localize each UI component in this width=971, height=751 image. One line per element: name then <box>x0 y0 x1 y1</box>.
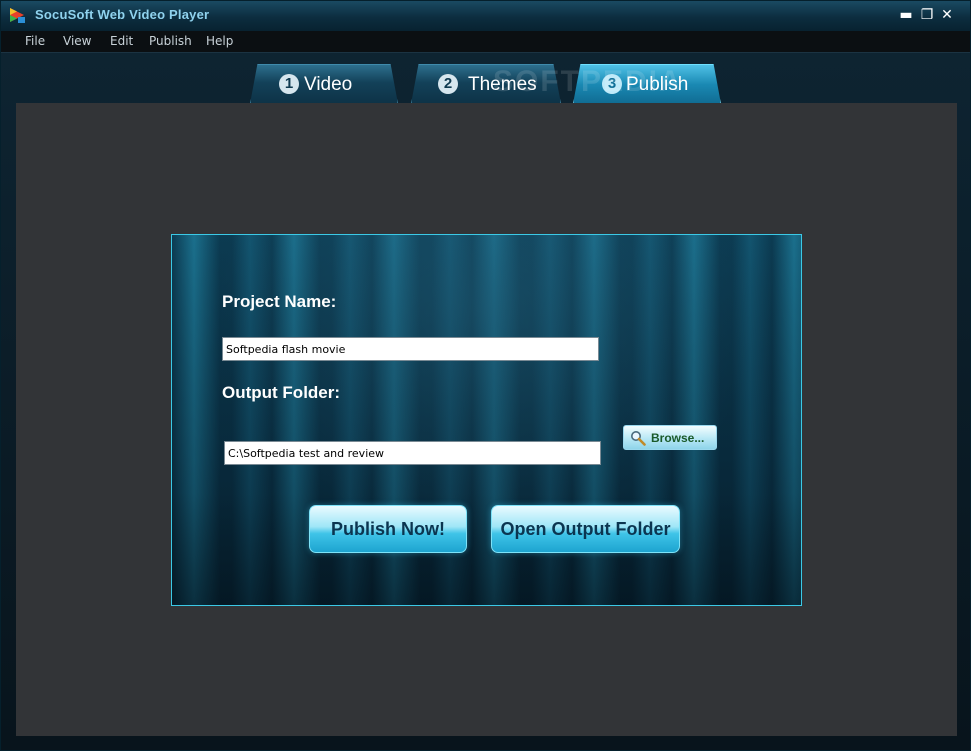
project-name-label: Project Name: <box>222 292 337 311</box>
title-bar[interactable]: SocuSoft Web Video Player ▬ ❐ ✕ <box>1 1 970 31</box>
open-output-folder-button[interactable]: Open Output Folder <box>491 505 680 553</box>
output-folder-input[interactable] <box>224 441 601 465</box>
publish-now-button[interactable]: Publish Now! <box>309 505 467 553</box>
panel-shade <box>172 235 801 605</box>
app-window: SocuSoft Web Video Player ▬ ❐ ✕ File Vie… <box>0 0 971 751</box>
browse-label: Browse... <box>651 431 705 445</box>
menu-edit[interactable]: Edit <box>110 34 133 48</box>
watermark-text: SOFTPEDIA <box>493 65 683 98</box>
tab-themes-number: 2 <box>438 74 458 94</box>
window-title: SocuSoft Web Video Player <box>35 7 210 22</box>
magnifier-icon <box>631 431 646 446</box>
tab-video[interactable]: 1 Video <box>250 64 398 104</box>
browse-button[interactable]: Browse... <box>623 425 717 450</box>
close-button[interactable]: ✕ <box>939 7 955 23</box>
app-logo-icon <box>10 8 25 23</box>
project-name-input[interactable] <box>222 337 599 361</box>
menu-view[interactable]: View <box>63 34 91 48</box>
menu-bar: File View Edit Publish Help <box>1 31 970 53</box>
tab-video-number: 1 <box>279 74 299 94</box>
menu-help[interactable]: Help <box>206 34 233 48</box>
tab-video-label: Video <box>304 74 353 95</box>
maximize-button[interactable]: ❐ <box>919 7 935 23</box>
step-tabs: 1 Video 2 Themes 3 Publish <box>1 53 970 104</box>
output-folder-label: Output Folder: <box>222 383 341 402</box>
minimize-button[interactable]: ▬ <box>898 7 914 23</box>
menu-file[interactable]: File <box>25 34 45 48</box>
menu-publish[interactable]: Publish <box>149 34 192 48</box>
publish-panel <box>171 234 802 606</box>
